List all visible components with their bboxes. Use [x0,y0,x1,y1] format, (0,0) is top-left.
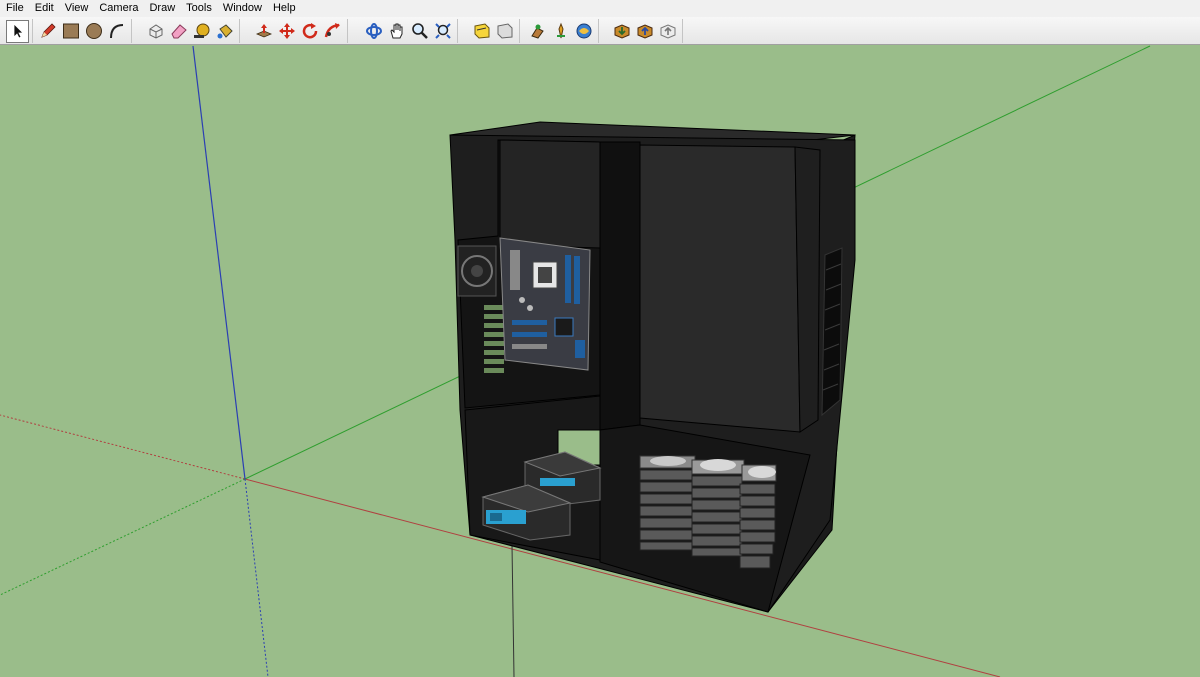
grid-guide-line [511,544,515,677]
push-pull-tool-button[interactable] [252,20,275,43]
computer-case-model[interactable] [449,121,856,613]
pencil-icon [40,23,56,38]
rectangle-icon [62,23,79,39]
menu-window[interactable]: Window [217,0,267,17]
tape-measure-tool-button[interactable] [190,20,213,43]
make-component-tool-button[interactable] [144,20,167,43]
eraser-tool-button[interactable] [167,20,190,43]
get-models-tool-button[interactable] [610,20,633,43]
toolbar-group-select [6,19,33,43]
share-model-icon [637,24,652,39]
circle-icon [85,23,102,39]
section-plane-tool-button[interactable] [470,20,493,43]
center-divider [599,141,641,431]
display-section-tool-button[interactable] [493,20,516,43]
follow-me-tool-button[interactable] [321,20,344,43]
upper-right-side [794,146,821,433]
pencil-tool-button[interactable] [36,20,59,43]
menu-view[interactable]: View [59,0,94,17]
position-camera-icon [556,22,565,39]
make-component-icon [149,24,162,39]
orbit-tool-button[interactable] [362,20,385,43]
zoom-extents-icon [434,23,451,39]
menu-edit[interactable]: Edit [29,0,59,17]
blue-axis-dotted-line [244,478,269,677]
display-section-icon [497,23,512,39]
follow-me-icon [324,23,340,38]
zoom-tool-button[interactable] [408,20,431,43]
green-axis-dotted-line [0,478,246,596]
toolbar-group-draw [36,19,132,43]
scene-canvas [0,45,1151,677]
paint-bucket-tool-button[interactable] [213,20,236,43]
zoom-icon [411,23,428,39]
rectangle-tool-button[interactable] [59,20,82,43]
share-component-icon [660,24,675,39]
share-component-tool-button[interactable] [656,20,679,43]
red-axis-dotted-line [0,414,246,480]
share-model-tool-button[interactable] [633,20,656,43]
walk-icon [530,24,544,39]
arc-icon [109,24,123,39]
upper-right-panel [639,144,801,433]
orbit-icon [365,23,382,39]
menu-camera[interactable]: Camera [93,0,143,17]
look-around-tool-button[interactable] [572,20,595,43]
hard-drive-stack-1 [639,455,696,551]
walk-tool-button[interactable] [526,20,549,43]
toolbar-group-warehouse [610,19,683,43]
menu-bar: File Edit View Camera Draw Tools Window … [0,0,1200,17]
zoom-extents-tool-button[interactable] [431,20,454,43]
drawing-viewport[interactable] [0,45,1200,677]
toolbar [0,17,1200,45]
get-models-icon [614,24,629,39]
toolbar-group-edit [144,19,240,43]
push-pull-icon [255,24,272,38]
look-around-icon [576,23,591,39]
section-plane-icon [474,23,489,39]
toolbar-group-modify [252,19,348,43]
circle-tool-button[interactable] [82,20,105,43]
toolbar-group-camera [362,19,458,43]
paint-bucket-icon [217,24,233,39]
menu-tools[interactable]: Tools [180,0,217,17]
rear-fan-hub [471,265,483,277]
select-tool-button[interactable] [6,19,29,43]
upper-left-back-wall [499,139,601,249]
position-camera-tool-button[interactable] [549,20,572,43]
toolbar-group-walkthrough [526,19,599,43]
pan-tool-button[interactable] [385,20,408,43]
select-icon [13,23,24,39]
toolbar-group-section [470,19,520,43]
rotate-tool-button[interactable] [298,20,321,43]
tape-measure-icon [193,23,209,38]
side-vent [821,247,843,417]
menu-file[interactable]: File [0,0,29,17]
blue-axis-line [192,45,246,480]
eraser-icon [170,24,187,39]
rotate-icon [302,23,317,39]
hard-drive-stack-3 [739,464,777,569]
hard-drive-stack-2 [691,459,745,557]
pan-icon [389,23,402,39]
move-tool-button[interactable] [275,20,298,43]
move-icon [278,23,295,39]
arc-tool-button[interactable] [105,20,128,43]
menu-draw[interactable]: Draw [143,0,180,17]
menu-help[interactable]: Help [267,0,301,17]
